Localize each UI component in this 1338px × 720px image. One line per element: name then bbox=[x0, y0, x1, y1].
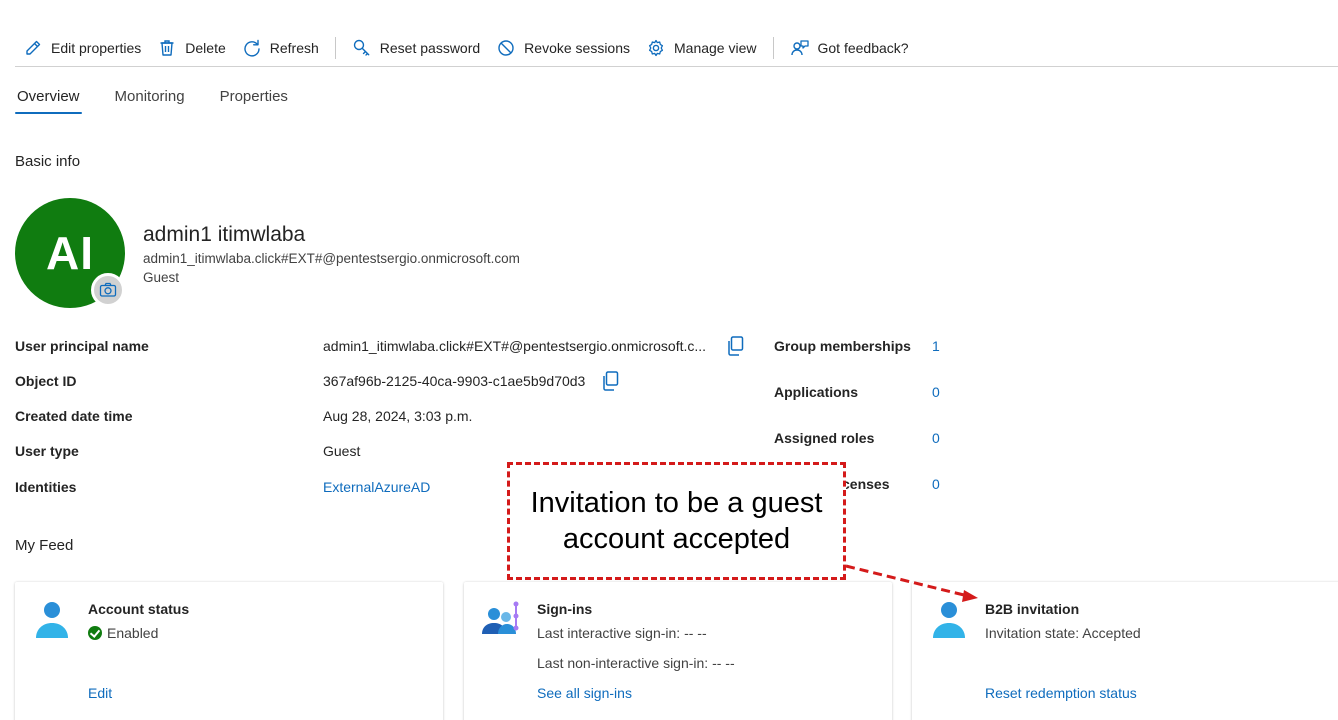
tab-monitoring[interactable]: Monitoring bbox=[113, 84, 187, 114]
command-bar: Edit properties Delete Refresh Reset pas… bbox=[15, 30, 1338, 67]
invitation-state: Invitation state: Accepted bbox=[985, 625, 1141, 641]
toolbar-divider bbox=[334, 37, 336, 59]
annotation-text: Invitation to be a guest account accepte… bbox=[530, 487, 823, 555]
toolbar-divider bbox=[772, 37, 774, 59]
account-status-card: Account status Enabled Edit bbox=[15, 582, 443, 720]
sign-ins-title: Sign-ins bbox=[537, 601, 593, 617]
block-icon bbox=[498, 40, 514, 56]
applications-label: Applications bbox=[774, 384, 859, 400]
edit-properties-button[interactable]: Edit properties bbox=[15, 33, 149, 63]
assigned-roles-value[interactable]: 0 bbox=[932, 430, 940, 446]
b2b-invitation-card: B2B invitation Invitation state: Accepte… bbox=[912, 582, 1338, 720]
user-upn: admin1_itimwlaba.click#EXT#@pentestsergi… bbox=[143, 251, 520, 266]
identities-label: Identities bbox=[15, 479, 77, 495]
licenses-label: censes bbox=[842, 476, 890, 492]
camera-icon bbox=[99, 282, 117, 297]
refresh-label: Refresh bbox=[269, 40, 319, 56]
tab-bar: Overview Monitoring Properties bbox=[15, 84, 321, 114]
user-type-value: Guest bbox=[323, 443, 361, 459]
edit-account-link[interactable]: Edit bbox=[88, 685, 112, 701]
check-circle-icon bbox=[88, 626, 102, 640]
revoke-sessions-label: Revoke sessions bbox=[524, 40, 630, 56]
reset-password-button[interactable]: Reset password bbox=[344, 33, 488, 63]
account-status-title: Account status bbox=[88, 601, 190, 617]
created-label: Created date time bbox=[15, 408, 133, 424]
b2b-invitation-title: B2B invitation bbox=[985, 601, 1080, 617]
user-icon bbox=[36, 602, 68, 638]
licenses-value[interactable]: 0 bbox=[932, 476, 940, 492]
got-feedback-label: Got feedback? bbox=[817, 40, 909, 56]
refresh-button[interactable]: Refresh bbox=[234, 33, 327, 63]
created-value: Aug 28, 2024, 3:03 p.m. bbox=[323, 408, 473, 424]
copy-object-id-icon[interactable] bbox=[601, 371, 619, 391]
delete-button[interactable]: Delete bbox=[149, 33, 233, 63]
see-all-sign-ins-link[interactable]: See all sign-ins bbox=[537, 685, 632, 701]
user-icon bbox=[933, 602, 965, 638]
last-interactive-sign-in: Last interactive sign-in: -- -- bbox=[537, 625, 707, 641]
identities-link[interactable]: ExternalAzureAD bbox=[323, 479, 430, 495]
account-status-value: Enabled bbox=[88, 625, 158, 641]
got-feedback-button[interactable]: Got feedback? bbox=[782, 33, 917, 63]
gear-icon bbox=[648, 39, 664, 57]
pencil-icon bbox=[26, 40, 41, 55]
avatar-initials: AI bbox=[46, 227, 94, 279]
basic-info-heading: Basic info bbox=[15, 153, 81, 170]
feedback-icon bbox=[790, 40, 809, 56]
applications-value[interactable]: 0 bbox=[932, 384, 940, 400]
manage-view-label: Manage view bbox=[674, 40, 757, 56]
group-memberships-label: Group memberships bbox=[774, 338, 911, 354]
manage-view-button[interactable]: Manage view bbox=[638, 33, 765, 63]
group-memberships-value[interactable]: 1 bbox=[932, 338, 940, 354]
copy-upn-icon[interactable] bbox=[726, 336, 744, 356]
sign-ins-card: Sign-ins Last interactive sign-in: -- --… bbox=[464, 582, 892, 720]
account-status-text: Enabled bbox=[107, 625, 159, 641]
object-id-value: 367af96b-2125-40ca-9903-c1ae5b9d70d3 bbox=[323, 373, 586, 389]
change-photo-button[interactable] bbox=[91, 273, 125, 307]
reset-redemption-status-link[interactable]: Reset redemption status bbox=[985, 685, 1137, 701]
upn-value: admin1_itimwlaba.click#EXT#@pentestsergi… bbox=[323, 338, 707, 354]
my-feed-heading: My Feed bbox=[15, 537, 74, 554]
last-non-interactive-sign-in: Last non-interactive sign-in: -- -- bbox=[537, 655, 735, 671]
tab-properties[interactable]: Properties bbox=[218, 84, 290, 114]
sign-in-users-icon bbox=[482, 601, 519, 634]
object-id-label: Object ID bbox=[15, 373, 77, 389]
edit-properties-label: Edit properties bbox=[51, 40, 142, 56]
annotation-callout: Invitation to be a guest account accepte… bbox=[507, 462, 846, 580]
reset-password-label: Reset password bbox=[379, 40, 481, 56]
revoke-sessions-button[interactable]: Revoke sessions bbox=[488, 33, 638, 63]
tab-overview[interactable]: Overview bbox=[15, 84, 82, 114]
delete-label: Delete bbox=[185, 40, 226, 56]
assigned-roles-label: Assigned roles bbox=[774, 430, 875, 446]
key-icon bbox=[353, 39, 370, 56]
user-display-name: admin1 itimwlaba bbox=[143, 223, 306, 246]
refresh-icon bbox=[244, 39, 260, 57]
trash-icon bbox=[160, 40, 174, 56]
user-type: Guest bbox=[143, 270, 180, 285]
upn-label: User principal name bbox=[15, 338, 149, 354]
user-type-label: User type bbox=[15, 443, 79, 459]
